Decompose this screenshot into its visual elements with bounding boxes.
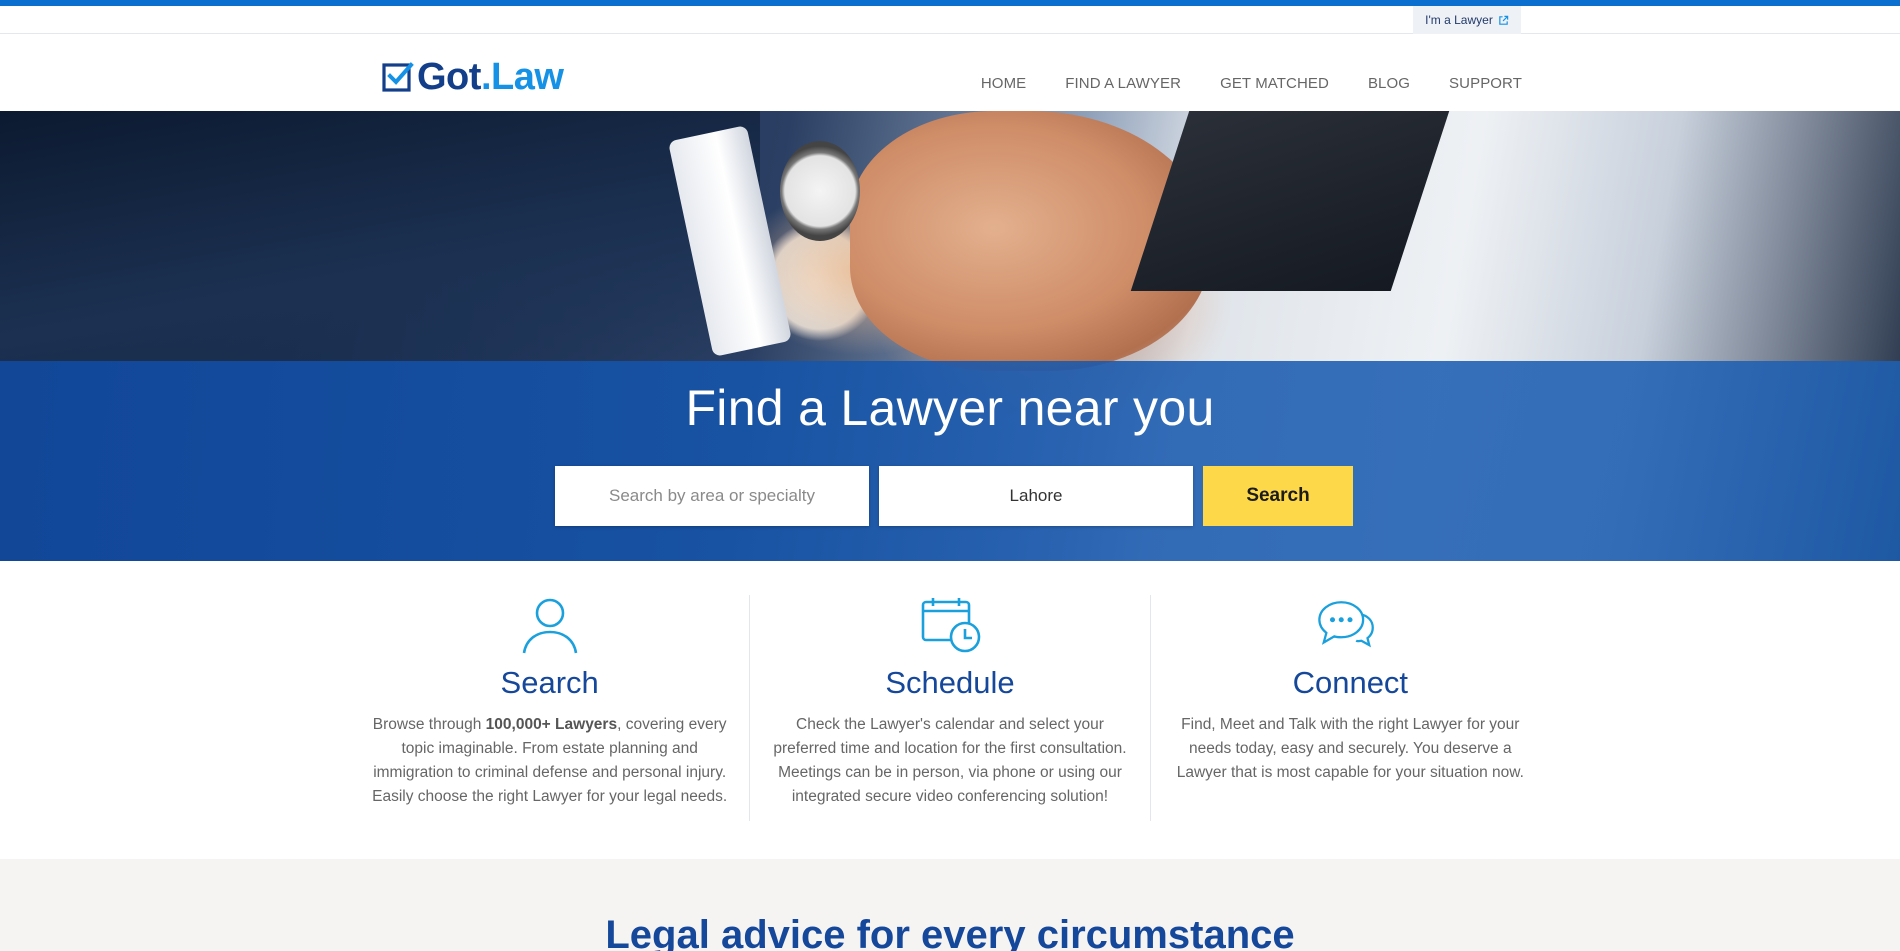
logo-got: Got — [417, 56, 481, 98]
feature-text-connect: Find, Meet and Talk with the right Lawye… — [1176, 716, 1524, 781]
nav-blog[interactable]: BLOG — [1368, 75, 1410, 92]
feature-text-search: Browse through 100,000+ Lawyers, coverin… — [372, 716, 728, 805]
hero-section: Find a Lawyer near you Search — [0, 111, 1900, 561]
feature-schedule: Schedule Check the Lawyer's calendar and… — [749, 595, 1149, 821]
utility-bar: I'm a Lawyer — [0, 6, 1900, 34]
logo-law: .Law — [480, 56, 564, 98]
search-form: Search — [555, 466, 1353, 526]
logo-wordmark: Got.Law — [417, 56, 564, 98]
site-header: Got.Law HOME FIND A LAWYER GET MATCHED B… — [0, 34, 1900, 111]
im-a-lawyer-label: I'm a Lawyer — [1425, 13, 1493, 27]
nav-support[interactable]: SUPPORT — [1449, 75, 1522, 92]
feature-title-schedule: Schedule — [885, 665, 1015, 700]
user-icon — [522, 598, 577, 654]
legal-advice-title: Legal advice for every circumstance — [605, 913, 1295, 951]
chat-bubbles-icon — [1318, 601, 1375, 648]
feature-text-schedule: Check the Lawyer's calendar and select y… — [773, 716, 1127, 805]
nav-get-matched[interactable]: GET MATCHED — [1220, 75, 1329, 92]
nav-home[interactable]: HOME — [981, 75, 1026, 92]
legal-advice-section: Legal advice for every circumstance — [0, 859, 1900, 951]
calendar-clock-icon — [921, 598, 981, 653]
external-link-icon — [1499, 15, 1509, 25]
feature-search: Search Browse through 100,000+ Lawyers, … — [350, 561, 749, 859]
nav-find-a-lawyer[interactable]: FIND A LAWYER — [1065, 75, 1181, 92]
hero-title: Find a Lawyer near you — [685, 380, 1215, 436]
main-nav: HOME FIND A LAWYER GET MATCHED BLOG SUPP… — [981, 75, 1522, 92]
watch-image — [780, 141, 860, 241]
feature-title-connect: Connect — [1292, 665, 1409, 700]
im-a-lawyer-link[interactable]: I'm a Lawyer — [1413, 6, 1521, 34]
lawyer-count: 100,000+ Lawyers — [485, 716, 618, 733]
checkbox-logo-icon — [382, 62, 414, 92]
gotlaw-logo[interactable]: Got.Law — [382, 56, 564, 98]
specialty-search-input[interactable] — [555, 466, 869, 526]
feature-connect: Connect Find, Meet and Talk with the rig… — [1149, 595, 1550, 821]
search-button[interactable]: Search — [1203, 466, 1353, 526]
features-section: Search Browse through 100,000+ Lawyers, … — [350, 561, 1550, 859]
location-input[interactable] — [879, 466, 1193, 526]
feature-title-search: Search — [500, 665, 599, 700]
